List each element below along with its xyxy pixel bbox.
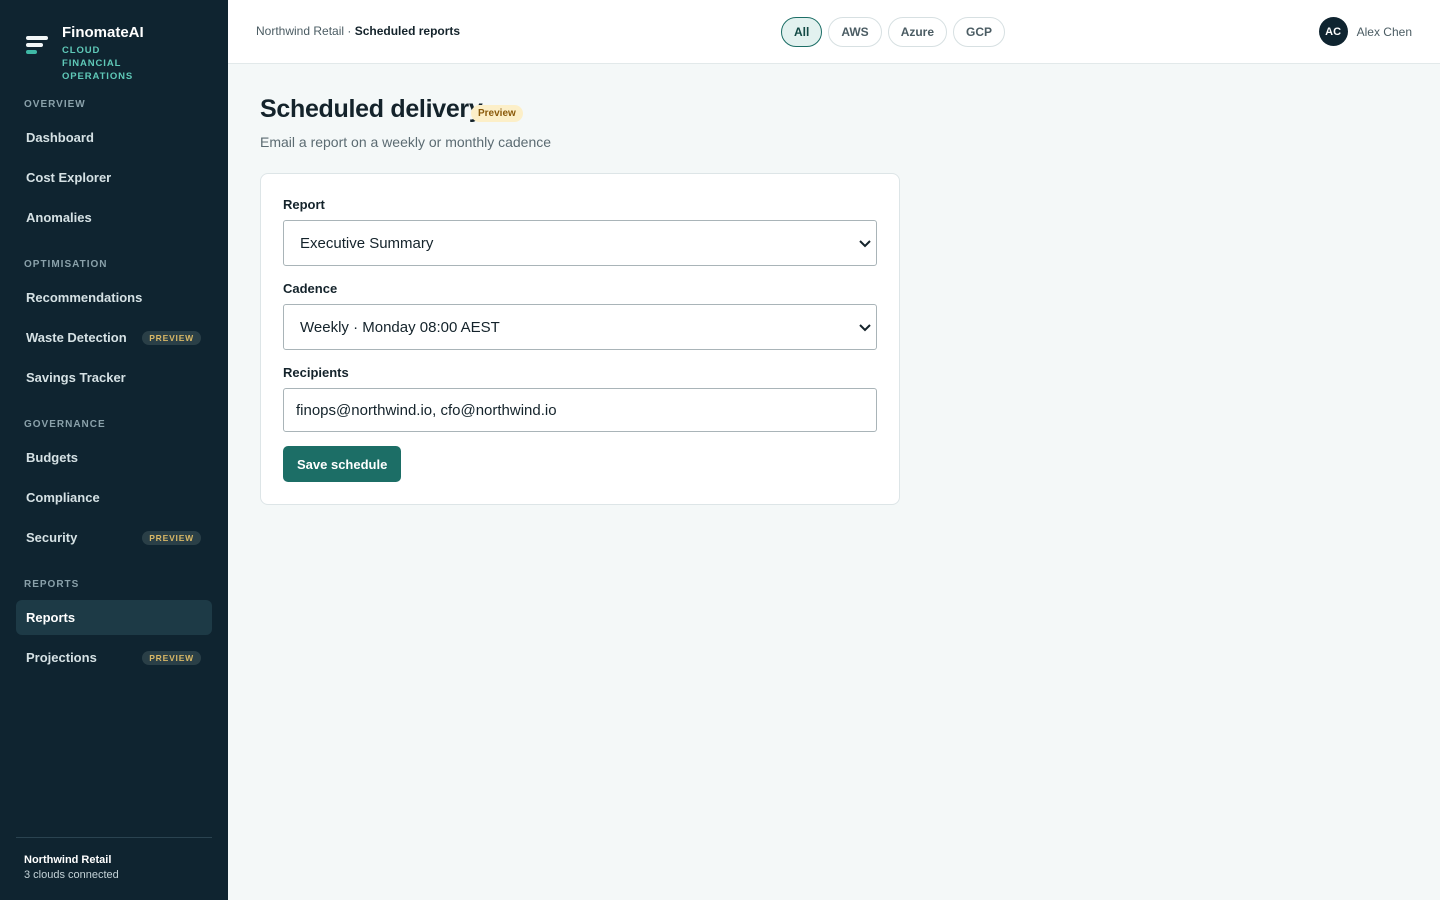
cadence-selected-value: Weekly · Monday 08:00 AEST <box>300 318 500 336</box>
sidebar-item-waste-detection[interactable]: Waste Detection PREVIEW <box>16 320 212 355</box>
user-name: Alex Chen <box>1356 24 1412 39</box>
avatar[interactable]: AC <box>1318 17 1348 46</box>
sidebar-item-label: Recommendations <box>26 290 143 305</box>
preview-badge: PREVIEW <box>142 651 201 665</box>
topbar: Northwind Retail · Scheduled reports All… <box>228 0 1440 64</box>
cloud-filter-all[interactable]: All <box>781 17 823 47</box>
chevron-down-icon <box>859 240 871 248</box>
sidebar: FinomateAI CLOUD FINANCIAL OPERATIONS OV… <box>0 0 228 900</box>
preview-badge: Preview <box>471 105 523 122</box>
cadence-select[interactable]: Weekly · Monday 08:00 AEST <box>283 304 877 350</box>
sidebar-item-label: Security <box>26 530 78 545</box>
sidebar-item-label: Budgets <box>26 450 78 465</box>
sidebar-item-dashboard[interactable]: Dashboard <box>16 120 212 155</box>
sidebar-item-savings-tracker[interactable]: Savings Tracker <box>16 360 212 395</box>
sidebar-item-label: Savings Tracker <box>26 370 126 385</box>
sidebar-item-projections[interactable]: Projections PREVIEW <box>16 640 212 675</box>
cloud-filter-gcp[interactable]: GCP <box>953 17 1006 47</box>
page-title: Scheduled delivery <box>260 95 483 123</box>
recipients-input[interactable]: finops@northwind.io, cfo@northwind.io <box>283 388 877 432</box>
sidebar-item-security[interactable]: Security PREVIEW <box>16 520 212 555</box>
user-menu[interactable]: AC Alex Chen <box>1318 17 1412 46</box>
schedule-form-card: Report Executive Summary Cadence Weekly … <box>260 173 900 505</box>
report-selected-value: Executive Summary <box>300 234 434 252</box>
sidebar-item-compliance[interactable]: Compliance <box>16 480 212 515</box>
sidebar-item-recommendations[interactable]: Recommendations <box>16 280 212 315</box>
breadcrumb-parent[interactable]: Northwind Retail <box>256 24 344 38</box>
brand-name: FinomateAI <box>62 24 144 41</box>
preview-badge: PREVIEW <box>142 531 201 545</box>
sidebar-item-label: Dashboard <box>26 130 94 145</box>
save-schedule-button[interactable]: Save schedule <box>283 446 402 482</box>
cloud-filter-aws[interactable]: AWS <box>828 17 882 47</box>
nav-section-optimisation: OPTIMISATION <box>24 259 108 270</box>
cloud-filter-azure[interactable]: Azure <box>887 17 948 47</box>
sidebar-item-label: Waste Detection <box>26 330 127 345</box>
org-name: Northwind Retail <box>24 854 112 866</box>
breadcrumb-separator: · <box>344 24 355 38</box>
sidebar-item-label: Compliance <box>26 490 100 505</box>
nav-section-overview: OVERVIEW <box>24 99 86 110</box>
nav-section-governance: GOVERNANCE <box>24 419 106 430</box>
report-label: Report <box>283 197 325 212</box>
sidebar-item-budgets[interactable]: Budgets <box>16 440 212 475</box>
recipients-value: finops@northwind.io, cfo@northwind.io <box>296 401 557 419</box>
org-connection-status: 3 clouds connected <box>24 869 119 881</box>
preview-badge: PREVIEW <box>142 331 201 345</box>
breadcrumb: Northwind Retail · Scheduled reports <box>256 24 460 38</box>
finomate-logo-icon <box>26 36 48 60</box>
sidebar-item-anomalies[interactable]: Anomalies <box>16 200 212 235</box>
sidebar-item-label: Reports <box>26 610 76 625</box>
sidebar-item-cost-explorer[interactable]: Cost Explorer <box>16 160 212 195</box>
cloud-filter-group: All AWS Azure GCP <box>781 17 1006 47</box>
nav-section-reports: REPORTS <box>24 579 80 590</box>
chevron-down-icon <box>859 324 871 332</box>
report-select[interactable]: Executive Summary <box>283 220 877 266</box>
brand[interactable]: FinomateAI CLOUD FINANCIAL OPERATIONS <box>26 24 162 83</box>
breadcrumb-current: Scheduled reports <box>354 24 461 38</box>
sidebar-item-label: Anomalies <box>26 210 92 225</box>
sidebar-item-label: Projections <box>26 650 97 665</box>
sidebar-item-reports[interactable]: Reports <box>16 600 212 635</box>
org-footer: Northwind Retail 3 clouds connected <box>16 837 212 883</box>
sidebar-item-label: Cost Explorer <box>26 170 112 185</box>
recipients-label: Recipients <box>283 365 349 380</box>
page-subtitle: Email a report on a weekly or monthly ca… <box>260 134 552 150</box>
cadence-label: Cadence <box>283 281 338 296</box>
brand-tagline: CLOUD FINANCIAL OPERATIONS <box>62 45 134 82</box>
